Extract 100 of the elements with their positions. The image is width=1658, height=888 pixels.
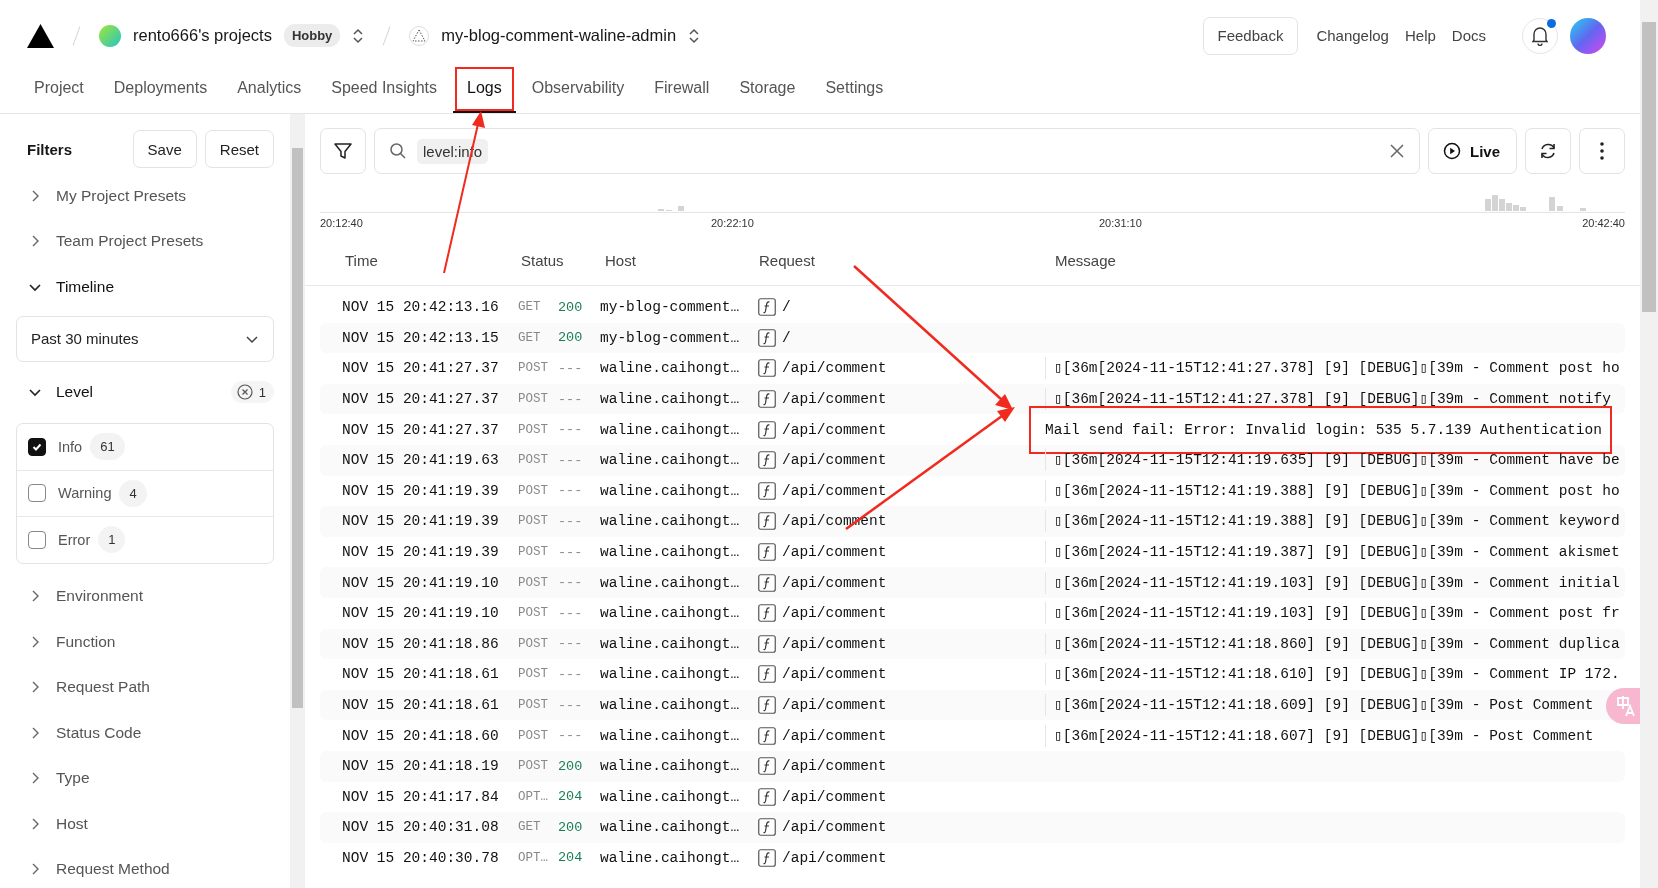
function-icon (758, 818, 776, 837)
column-header[interactable]: Request (759, 251, 1055, 269)
nav-tab[interactable]: Deployments (99, 65, 222, 113)
team-name[interactable]: rento666's projects (133, 26, 272, 45)
request-path: /api/comment (782, 819, 887, 836)
header-link[interactable]: Help (1404, 27, 1436, 44)
request-path: /api/comment (782, 482, 887, 499)
function-icon (758, 328, 776, 347)
column-header[interactable]: Message (1055, 251, 1116, 269)
request-path: / (782, 299, 791, 316)
feedback-button[interactable]: Feedback (1202, 16, 1299, 55)
status-cell-text: 204 (558, 789, 584, 805)
status-cell-text: --- (558, 666, 584, 682)
filter-section-title[interactable]: Level (56, 383, 94, 402)
logo-icon[interactable] (27, 23, 54, 48)
refresh-button[interactable] (1525, 128, 1571, 174)
time-cell-text: NOV 15 20:41:18.19 (341, 758, 500, 775)
timeline-select[interactable]: Past 30 minutes (16, 315, 274, 362)
column-header[interactable]: Host (605, 251, 759, 269)
method-cell-text: GET (518, 820, 542, 835)
filter-button[interactable] (320, 128, 366, 174)
level-checkbox[interactable] (28, 530, 46, 549)
column-header[interactable]: Time (305, 251, 521, 269)
time-cell-text: NOV 15 20:41:27.37 (341, 360, 500, 377)
message-cell: ▯[36m[2024-11-15T12:41:19.388] [9] [DEBUG]▯[39m - Comment post ho (1045, 479, 1620, 502)
level-label[interactable]: Info (58, 438, 83, 455)
method-cell-text: POST (518, 667, 549, 682)
message-cell: ▯[36m[2024-11-15T12:41:27.378] [9] [DEBUG]▯[39m - Comment post ho (1045, 357, 1620, 380)
clear-filter-badge[interactable]: 1 (230, 381, 274, 404)
filter-section-title[interactable]: Request Method (56, 860, 170, 879)
host-cell-text: my-blog-comment… (600, 299, 741, 316)
filter-section-title[interactable]: Host (56, 814, 88, 833)
notifications-button[interactable] (1522, 17, 1558, 54)
request-path: /api/comment (782, 788, 887, 805)
host-cell-text: waline.caihongt… (600, 666, 741, 683)
nav-tab[interactable]: Speed Insights (317, 65, 452, 113)
nav-tab[interactable]: Observability (517, 65, 639, 113)
status-cell-text: --- (558, 544, 584, 560)
request-path: /api/comment (782, 421, 887, 438)
function-icon (758, 849, 776, 867)
live-button[interactable]: Live (1428, 128, 1517, 174)
chevron-updown-icon[interactable] (352, 26, 365, 45)
close-icon[interactable] (1389, 143, 1405, 159)
function-icon (758, 390, 776, 409)
scrollbar[interactable] (290, 114, 305, 888)
filter-section-title[interactable]: Function (56, 632, 116, 651)
nav-tab[interactable]: Firewall (640, 65, 724, 113)
filter-section-title[interactable]: Status Code (56, 723, 142, 742)
request-path: /api/comment (782, 544, 887, 561)
filter-section-title[interactable]: Team Project Presets (56, 232, 204, 251)
column-header[interactable]: Status (521, 251, 605, 269)
scrollbar[interactable] (1640, 0, 1658, 888)
host-cell-text: waline.caihongt… (600, 635, 741, 652)
nav-tab[interactable]: Settings (811, 65, 898, 113)
nav-tab[interactable]: Logs (453, 65, 516, 113)
status-cell-text: --- (558, 391, 584, 407)
nav-tab[interactable]: Storage (725, 65, 810, 113)
function-icon (758, 451, 776, 470)
user-avatar[interactable] (1570, 17, 1606, 54)
filter-section-title[interactable]: Request Path (56, 678, 150, 697)
request-path: /api/comment (782, 360, 887, 377)
function-icon (758, 726, 776, 745)
request-path: /api/comment (782, 605, 887, 622)
status-cell-text: 200 (558, 299, 584, 315)
message-cell: ▯[36m[2024-11-15T12:41:19.635] [9] [DEBUG]▯[39m - Comment have be (1045, 449, 1620, 472)
time-cell-text: NOV 15 20:41:18.61 (341, 666, 500, 683)
time-cell-text: NOV 15 20:40:30.78 (341, 850, 500, 866)
host-cell-text: waline.caihongt… (600, 360, 741, 377)
save-button[interactable]: Save (132, 130, 197, 168)
host-cell-text: waline.caihongt… (600, 697, 741, 713)
header-link[interactable]: Docs (1451, 27, 1486, 44)
filter-section-title[interactable]: My Project Presets (56, 186, 187, 205)
method-cell-text: POST (518, 575, 549, 590)
host-cell-text: waline.caihongt… (600, 452, 741, 469)
level-label[interactable]: Warning (58, 485, 112, 502)
filter-section-title[interactable]: Environment (56, 587, 143, 606)
header-link[interactable]: Changelog (1316, 27, 1389, 44)
level-checkbox[interactable] (28, 437, 46, 456)
function-icon (758, 787, 776, 806)
status-cell-text: --- (558, 422, 584, 438)
nav-tab[interactable]: Project (20, 65, 98, 113)
message-cell: ▯[36m[2024-11-15T12:41:19.388] [9] [DEBUG]▯[39m - Comment keyword (1045, 510, 1620, 533)
function-icon (758, 359, 776, 378)
request-path: /api/comment (782, 666, 887, 683)
nav-tab[interactable]: Analytics (223, 65, 316, 113)
time-cell-text: NOV 15 20:41:17.84 (341, 788, 500, 805)
time-cell-text: NOV 15 20:41:19.39 (341, 482, 500, 499)
request-path: /api/comment (782, 391, 887, 408)
level-label[interactable]: Error (58, 531, 91, 548)
host-cell-text: waline.caihongt… (600, 819, 741, 836)
level-checkbox[interactable] (28, 484, 46, 503)
host-cell-text: waline.caihongt… (600, 727, 741, 744)
team-avatar (99, 24, 121, 47)
reset-button[interactable]: Reset (204, 130, 274, 168)
host-cell-text: waline.caihongt… (600, 513, 741, 530)
project-name[interactable]: my-blog-comment-waline-admin (441, 26, 677, 45)
chevron-updown-icon[interactable] (688, 26, 701, 45)
filter-section-title[interactable]: Timeline (56, 277, 114, 296)
message-cell: ▯[36m[2024-11-15T12:41:27.378] [9] [DEBUG]▯[39m - Comment notify (1045, 388, 1611, 411)
filter-section-title[interactable]: Type (56, 769, 90, 788)
